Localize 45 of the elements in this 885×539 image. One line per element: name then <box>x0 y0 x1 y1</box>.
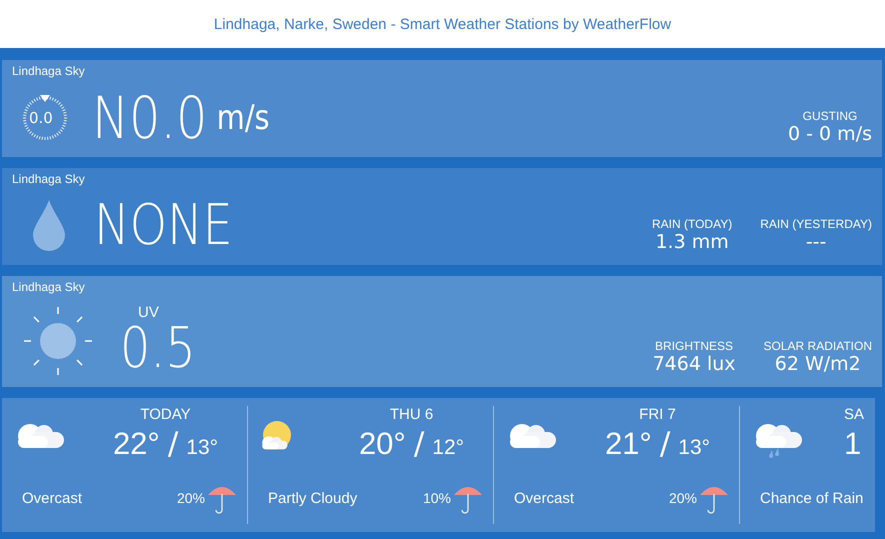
high-temp: 1 <box>844 426 862 462</box>
day-name: FRI 7 <box>638 406 677 425</box>
wind-direction: N <box>92 88 129 146</box>
station-name: Lindhaga Sky <box>12 172 85 186</box>
day-name: TODAY <box>139 406 192 425</box>
stat-label: BRIGHTNESS <box>655 339 734 353</box>
stat-label: SOLAR RADIATION <box>764 339 872 353</box>
wind-speed: 0.0 <box>129 88 208 146</box>
dial-value: 0.0 <box>29 108 53 126</box>
high-temp: 21° <box>604 426 652 462</box>
temp-separator: / <box>168 426 178 462</box>
condition-text: Chance of Rain <box>760 490 864 506</box>
stat-label: GUSTING <box>802 109 858 123</box>
header-title-link[interactable]: Lindhaga, Narke, Sweden - Smart Weather Stations by WeatherFlow <box>214 16 672 32</box>
low-temp: 12° <box>432 436 464 460</box>
stat-value: 1.3 mm <box>655 231 729 253</box>
day-name: SA <box>843 406 866 425</box>
condition-text: Partly Cloudy <box>268 490 358 506</box>
uv-label: UV <box>138 304 159 321</box>
temp-separator: / <box>660 426 670 462</box>
precip-chance: 10% <box>422 490 451 506</box>
stat-label: RAIN (TODAY) <box>652 217 732 231</box>
stat-value: 7464 lux <box>652 353 736 375</box>
stat-value: --- <box>806 231 826 253</box>
raindrop-icon <box>32 200 66 252</box>
uv-value: 0.5 <box>120 321 196 377</box>
condition-text: Overcast <box>22 490 82 506</box>
stat-label: RAIN (YESTERDAY) <box>760 217 872 231</box>
stat-value: 0 - 0 m/s <box>788 123 872 145</box>
station-name: Lindhaga Sky <box>12 64 85 78</box>
low-temp: 13° <box>678 436 710 460</box>
precip-chance: 20% <box>176 490 205 506</box>
temp-separator: / <box>414 426 424 462</box>
precip-chance: 20% <box>668 490 697 506</box>
wind-unit: m/s <box>216 100 270 134</box>
condition-text: Overcast <box>514 490 574 506</box>
compass-dial-icon <box>20 92 70 142</box>
rain-amount: NONE <box>94 198 233 254</box>
day-name: THU 6 <box>388 406 434 425</box>
sun-icon <box>22 304 94 376</box>
high-temp: 20° <box>358 426 406 462</box>
stat-value: 62 W/m2 <box>774 353 861 375</box>
station-name: Lindhaga Sky <box>12 280 85 294</box>
low-temp: 13° <box>186 436 218 460</box>
high-temp: 22° <box>112 426 160 462</box>
